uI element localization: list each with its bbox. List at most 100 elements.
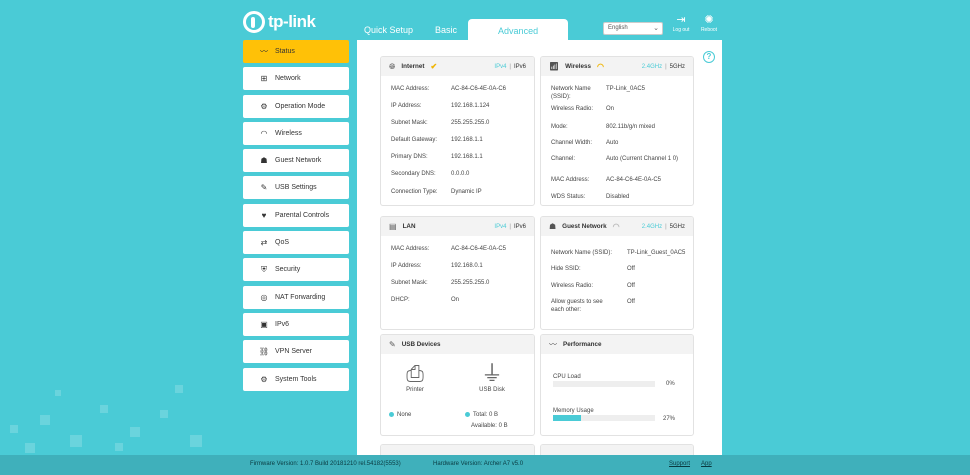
sidebar-item-label: Security <box>275 266 301 274</box>
heart-icon: ♥ <box>261 210 267 220</box>
band-24ghz-link[interactable]: 2.4GHz <box>642 64 662 70</box>
logout-icon: ⇥ <box>676 14 686 26</box>
printer-item[interactable]: ⎙ Printer <box>396 361 434 393</box>
reboot-label: Reboot <box>700 27 718 33</box>
performance-card-header: 〰 Performance <box>541 335 693 354</box>
gear-icon: ⚙ <box>260 374 268 384</box>
wireless-card-header: 📶︎ Wireless ◠ 2.4GHz | 5GHz <box>541 57 693 76</box>
vpn-icon: ⛓ <box>258 347 270 357</box>
decorative-pixel-pattern <box>0 365 230 455</box>
sidebar-item-usb-settings[interactable]: ✎ USB Settings <box>243 176 349 200</box>
lan-card[interactable]: ▤ LAN IPv4 | IPv6 MAC Address: AC-84-C6-4E-… <box>380 216 535 330</box>
sidebar-item-label: NAT Forwarding <box>275 293 326 301</box>
footer: Firmware Version: 1.0.7 Build 20181210 r… <box>0 455 970 475</box>
lan-icon: ▤ <box>389 222 397 231</box>
ipv4-link[interactable]: IPv4 <box>494 64 506 70</box>
usb-available: Available: 0 B <box>471 423 508 429</box>
sidebar-item-guest-network[interactable]: ☗ Guest Network <box>243 149 349 173</box>
lan-title: LAN <box>402 223 416 230</box>
band-5ghz-link[interactable]: 5GHz <box>670 224 685 230</box>
sidebar-item-ipv6[interactable]: ▣ IPv6 <box>243 312 349 336</box>
wifi-signal-icon: ◠ <box>597 62 604 71</box>
pulse-icon: 〰 <box>260 47 268 56</box>
tab-basic[interactable]: Basic <box>424 19 468 40</box>
memory-usage-bar <box>553 415 655 421</box>
language-select[interactable]: English ⌄ <box>603 22 663 35</box>
ipv4-link[interactable]: IPv4 <box>494 224 506 230</box>
help-icon[interactable]: ? <box>703 51 715 63</box>
sidebar-item-label: USB Settings <box>275 184 317 192</box>
sidebar-item-vpn-server[interactable]: ⛓ VPN Server <box>243 340 349 364</box>
sidebar-item-label: Status <box>275 48 295 55</box>
wifi-off-icon: ◠ <box>612 222 620 231</box>
memory-usage-label: Memory Usage <box>553 408 594 414</box>
nat-icon: ◎ <box>260 292 268 302</box>
sidebar-item-wireless[interactable]: ◠ Wireless <box>243 121 349 145</box>
ipv6-link[interactable]: IPv6 <box>514 64 526 70</box>
ipv6-link[interactable]: IPv6 <box>514 224 526 230</box>
performance-card[interactable]: 〰 Performance CPU Load 0% Memory Usage 2… <box>540 334 694 436</box>
top-tabs: Quick Setup Basic Advanced <box>353 19 569 40</box>
connected-check-icon: ✔ <box>430 62 438 71</box>
usb-disk-icon: ⏚ <box>480 361 503 386</box>
lan-card-header: ▤ LAN IPv4 | IPv6 <box>381 217 534 236</box>
guest-network-card-header: ☗ Guest Network ◠ 2.4GHz | 5GHz <box>541 217 693 236</box>
memory-usage-value: 27% <box>663 416 676 422</box>
wireless-icon: 📶︎ <box>549 62 560 71</box>
band-5ghz-link[interactable]: 5GHz <box>670 64 685 70</box>
qos-icon: ⇄ <box>260 238 268 248</box>
sidebar-item-security[interactable]: ⛨ Security <box>243 258 349 282</box>
usb-card-header: ✎ USB Devices <box>381 335 534 354</box>
sidebar-item-operation-mode[interactable]: ⚙ Operation Mode <box>243 94 349 118</box>
performance-title: Performance <box>563 341 602 348</box>
printer-status: None <box>389 411 449 419</box>
sidebar-item-label: IPv6 <box>275 320 290 328</box>
sidebar-item-label: Network <box>275 75 301 83</box>
sidebar: 〰 Status ⊞ Network ⚙ Operation Mode ◠ Wirele… <box>243 40 349 395</box>
hardware-version: Hardware Version: Archer A7 v5.0 <box>433 461 524 467</box>
guest-title: Guest Network <box>562 223 607 230</box>
wireless-card[interactable]: 📶︎ Wireless ◠ 2.4GHz | 5GHz Network Name (… <box>540 56 694 206</box>
app-link[interactable]: App <box>701 461 712 467</box>
memory-usage-bar-fill <box>553 415 581 421</box>
sidebar-item-label: System Tools <box>275 375 317 383</box>
main-panel: 🌐︎ Internet ✔ IPv4 | IPv6 MAC Address: AC-8… <box>357 40 722 460</box>
sidebar-item-nat-forwarding[interactable]: ◎ NAT Forwarding <box>243 285 349 309</box>
sidebar-item-parental-controls[interactable]: ♥ Parental Controls <box>243 203 349 227</box>
internet-card-header: 🌐︎ Internet ✔ IPv4 | IPv6 <box>381 57 534 76</box>
cpu-load-label: CPU Load <box>553 374 581 380</box>
pulse-icon: 〰 <box>549 340 557 349</box>
guest-network-icon: ☗ <box>260 156 268 166</box>
sidebar-item-label: Operation Mode <box>275 102 326 110</box>
tp-link-logo-icon <box>243 11 265 33</box>
logout-button[interactable]: ⇥ Log out <box>666 14 696 33</box>
network-icon: ⊞ <box>260 74 268 84</box>
internet-card[interactable]: 🌐︎ Internet ✔ IPv4 | IPv6 MAC Address: AC-8… <box>380 56 535 206</box>
operation-mode-icon: ⚙ <box>260 101 268 111</box>
sidebar-item-label: Parental Controls <box>275 211 330 219</box>
wifi-icon: ◠ <box>260 128 268 138</box>
tab-advanced[interactable]: Advanced <box>468 19 569 40</box>
sidebar-item-status[interactable]: 〰 Status <box>243 40 349 63</box>
cpu-load-value: 0% <box>666 381 675 387</box>
usb-disk-label: USB Disk <box>479 387 505 393</box>
printer-label: Printer <box>406 387 424 393</box>
usb-total: Total: 0 B <box>465 411 534 419</box>
usb-devices-card[interactable]: ✎ USB Devices ⎙ Printer None ⏚ USB Disk … <box>380 334 535 436</box>
sidebar-item-system-tools[interactable]: ⚙ System Tools <box>243 367 349 391</box>
usb-icon: ✎ <box>389 340 396 349</box>
sidebar-item-network[interactable]: ⊞ Network <box>243 67 349 91</box>
sidebar-item-label: Guest Network <box>275 157 322 165</box>
support-link[interactable]: Support <box>669 461 690 467</box>
ipv6-icon: ▣ <box>260 319 268 329</box>
usb-disk-item[interactable]: ⏚ USB Disk <box>473 361 511 393</box>
sidebar-item-qos[interactable]: ⇄ QoS <box>243 231 349 255</box>
globe-icon: 🌐︎ <box>389 61 396 71</box>
reboot-button[interactable]: ✺ Reboot <box>694 14 724 33</box>
tab-quick-setup[interactable]: Quick Setup <box>353 19 424 40</box>
band-24ghz-link[interactable]: 2.4GHz <box>642 224 662 230</box>
sidebar-item-label: Wireless <box>275 129 302 137</box>
shield-icon: ⛨ <box>261 264 267 274</box>
guest-network-card[interactable]: ☗ Guest Network ◠ 2.4GHz | 5GHz Network Na… <box>540 216 694 330</box>
printer-icon: ⎙ <box>406 361 424 386</box>
